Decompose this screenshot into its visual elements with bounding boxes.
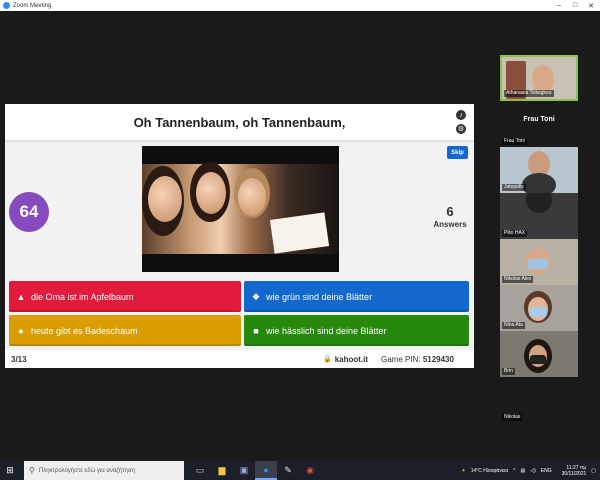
question-progress: 3/13 [11, 354, 27, 364]
kahoot-brand: 🔒 kahoot.it [323, 355, 368, 364]
answer-text: wie hässlich sind deine Blätter [266, 325, 387, 336]
question-header: Oh Tannenbaum, oh Tannenbaum, ♪ ⚙ [5, 104, 474, 140]
zoom-app-icon[interactable]: ● [255, 461, 277, 480]
participant-tile[interactable]: Athanasia Tsitsigkou [500, 55, 578, 101]
windows-start-icon[interactable]: ⊞ [0, 461, 20, 480]
clock-time: 11:27 πμ [566, 464, 587, 471]
answer-circle[interactable]: ● heute gibt es Badeschaum [9, 315, 241, 346]
question-text: Oh Tannenbaum, oh Tannenbaum, [133, 114, 346, 130]
paint-icon[interactable]: ✎ [277, 461, 299, 480]
close-button[interactable]: ✕ [584, 0, 598, 11]
participant-name: Brin [502, 368, 515, 375]
game-footer: 3/13 🔒 kahoot.it Game PIN: 5129430 [5, 350, 474, 368]
minimize-button[interactable]: – [552, 0, 566, 11]
pin-value: 5129430 [422, 354, 454, 364]
volume-icon[interactable]: ◁) [530, 468, 536, 474]
participant-tile[interactable]: Nikolas Alex [500, 239, 578, 285]
answer-text: heute gibt es Badeschaum [31, 325, 138, 336]
diamond-icon: ◆ [252, 291, 260, 301]
participant-name: Nikolas [502, 414, 523, 421]
taskbar-search[interactable]: ⚲ Πληκτρολογήστε εδώ για αναζήτηση [24, 461, 184, 480]
window-titlebar: Zoom Meeting – □ ✕ [0, 0, 600, 11]
participant-tile[interactable]: Nina Ata [500, 285, 578, 331]
participant-tile[interactable]: Nikolas [500, 377, 578, 423]
participant-tile[interactable]: Frau Toni Frau Toni [500, 101, 578, 147]
taskbar-apps: ▭ ▆ ▣ ● ✎ ◉ [189, 461, 321, 480]
skip-button[interactable]: Skip [447, 146, 468, 159]
answer-triangle[interactable]: ▲ die Oma ist im Apfelbaum [9, 281, 241, 312]
answers-counter: 6 Answers [425, 204, 475, 229]
countdown-timer: 64 [9, 192, 49, 232]
circle-icon: ● [18, 325, 24, 336]
question-video[interactable] [142, 146, 339, 272]
search-placeholder: Πληκτρολογήστε εδώ για αναζήτηση [38, 467, 135, 474]
network-icon[interactable]: ▤ [521, 468, 526, 474]
window-title: Zoom Meeting [13, 2, 52, 9]
zoom-logo-icon [3, 2, 10, 9]
chrome-icon[interactable]: ◉ [299, 461, 321, 480]
participant-tile[interactable]: Brin [500, 331, 578, 377]
participants-panel: Athanasia Tsitsigkou Frau Toni Frau Toni… [492, 11, 600, 461]
participant-name: Athanasia Tsitsigkou [504, 90, 554, 97]
music-toggle-icon[interactable]: ♪ [456, 110, 466, 120]
pin-label: Game PIN: [381, 354, 421, 364]
weather-icon[interactable]: ☀ [461, 468, 465, 474]
chevron-up-icon[interactable]: ^ [513, 468, 515, 474]
settings-icon[interactable]: ⚙ [456, 124, 466, 134]
notifications-icon[interactable]: ▢ [591, 468, 596, 474]
answer-square[interactable]: ■ wie hässlich sind deine Blätter [244, 315, 469, 346]
participant-big-name: Frau Toni [523, 116, 555, 123]
answers-label: Answers [433, 220, 467, 229]
game-pin: Game PIN: 5129430 [381, 355, 454, 364]
language-indicator[interactable]: ENG [541, 468, 552, 474]
clock-date: 30/11/2021 [561, 470, 587, 477]
file-explorer-icon[interactable]: ▆ [211, 461, 233, 480]
task-view-icon[interactable]: ▭ [189, 461, 211, 480]
clock[interactable]: 11:27 πμ 30/11/2021 [557, 465, 587, 477]
answers-count: 6 [446, 204, 454, 219]
participant-tile[interactable]: Pilio HAX [500, 193, 578, 239]
lock-icon: 🔒 [323, 356, 332, 363]
participant-tile[interactable]: Jatopolis [500, 147, 578, 193]
participant-name: Nikolas Alex [502, 276, 534, 283]
answer-diamond[interactable]: ◆ wie grün sind deine Blätter [244, 281, 469, 312]
maximize-button[interactable]: □ [568, 0, 582, 11]
search-icon: ⚲ [29, 466, 35, 475]
weather-text[interactable]: 14°C Ηλιοφάνεια [471, 468, 508, 474]
answer-text: die Oma ist im Apfelbaum [31, 291, 134, 302]
store-icon[interactable]: ▣ [233, 461, 255, 480]
participant-name: Pilio HAX [502, 230, 528, 237]
participant-name: Jatopolis [502, 184, 526, 191]
brand-text: kahoot.it [334, 354, 369, 364]
triangle-icon: ▲ [16, 291, 26, 302]
kahoot-game: Oh Tannenbaum, oh Tannenbaum, ♪ ⚙ 64 Ski… [5, 104, 474, 368]
square-icon: ■ [253, 325, 259, 336]
participant-name: Nina Ata [502, 322, 525, 329]
windows-taskbar: ⊞ ⚲ Πληκτρολογήστε εδώ για αναζήτηση ▭ ▆… [0, 461, 600, 480]
system-tray: ☀ 14°C Ηλιοφάνεια ^ ▤ ◁) ENG 11:27 πμ 30… [456, 461, 596, 480]
answer-text: wie grün sind deine Blätter [266, 291, 373, 302]
participant-name: Frau Toni [502, 138, 527, 145]
